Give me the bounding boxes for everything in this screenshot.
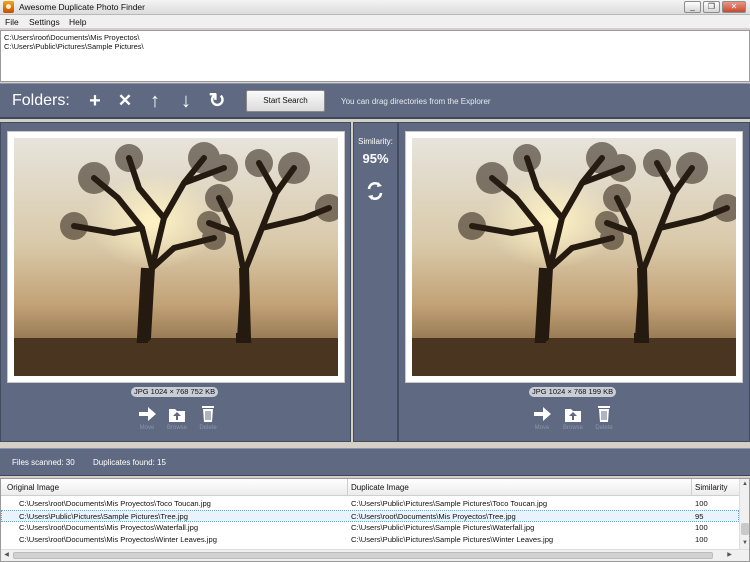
arrow-right-icon <box>534 407 551 421</box>
duplicates-found: Duplicates found: 15 <box>93 458 166 467</box>
duplicate-path: C:\Users\Public\Pictures\Sample Pictures… <box>351 523 535 532</box>
drag-hint: You can drag directories from the Explor… <box>341 97 491 106</box>
horizontal-scroll-thumb[interactable] <box>13 552 713 559</box>
similarity-value: 95% <box>362 151 389 166</box>
duplicate-image-info: JPG 1024 × 768 199 KB <box>529 387 617 397</box>
add-folder-icon[interactable]: + <box>85 91 105 111</box>
original-image-pane: JPG 1024 × 768 752 KB Move Browse Delete <box>0 122 351 442</box>
folders-toolbar: Folders: + ✕ ↑ ↓ ↻ Start Search You can … <box>0 83 750 119</box>
similarity-cell: 100 <box>695 535 708 544</box>
original-path: C:\Users\root\Documents\Mis Proyectos\Wi… <box>19 535 217 544</box>
column-duplicate[interactable]: Duplicate Image <box>351 483 409 492</box>
folder-list[interactable]: C:\Users\root\Documents\Mis Proyectos\ C… <box>0 30 750 82</box>
original-photo[interactable] <box>7 131 345 383</box>
similarity-pane: Similarity: 95% <box>353 122 398 442</box>
action-label: Move <box>139 425 155 431</box>
scroll-right-icon[interactable]: ▶ <box>725 551 734 560</box>
folder-item[interactable]: C:\Users\Public\Pictures\Sample Pictures… <box>4 42 746 51</box>
table-header: Original Image Duplicate Image Similarit… <box>1 479 741 496</box>
similarity-label: Similarity: <box>358 137 393 146</box>
scroll-left-icon[interactable]: ◀ <box>2 551 11 560</box>
original-path: C:\Users\root\Documents\Mis Proyectos\To… <box>19 499 211 508</box>
arrow-right-icon <box>139 407 156 421</box>
duplicate-move-button[interactable]: Move <box>527 405 557 431</box>
remove-folder-icon[interactable]: ✕ <box>115 91 135 111</box>
action-label: Delete <box>199 425 217 431</box>
reset-icon[interactable]: ↻ <box>207 91 227 111</box>
original-image-info: JPG 1024 × 768 752 KB <box>131 387 219 397</box>
column-original[interactable]: Original Image <box>7 483 59 492</box>
tree-photo-icon <box>14 138 338 376</box>
files-scanned: Files scanned: 30 <box>12 458 75 467</box>
menu-settings[interactable]: Settings <box>29 17 60 27</box>
duplicate-photo[interactable] <box>405 131 743 383</box>
original-delete-button[interactable]: Delete <box>193 405 223 431</box>
title-bar: Awesome Duplicate Photo Finder _ ❐ ✕ <box>0 0 750 15</box>
move-up-icon[interactable]: ↑ <box>145 91 165 111</box>
duplicate-path: C:\Users\root\Documents\Mis Proyectos\Tr… <box>351 512 516 521</box>
menu-bar: File Settings Help <box>0 15 750 29</box>
minimize-button[interactable]: _ <box>684 1 701 13</box>
vertical-scrollbar[interactable]: ▲ ▼ <box>739 479 749 549</box>
action-label: Move <box>534 425 550 431</box>
table-row[interactable]: C:\Users\root\Documents\Mis Proyectos\Wa… <box>1 522 739 534</box>
move-down-icon[interactable]: ↓ <box>176 91 196 111</box>
menu-file[interactable]: File <box>5 17 19 27</box>
folder-up-icon <box>565 409 581 422</box>
folder-up-icon <box>169 409 185 422</box>
menu-help[interactable]: Help <box>69 17 86 27</box>
action-label: Delete <box>595 425 613 431</box>
swap-icon[interactable] <box>365 181 385 201</box>
similarity-cell: 100 <box>695 499 708 508</box>
horizontal-scrollbar[interactable]: ◀ ▶ <box>1 549 749 561</box>
scan-status-bar: Files scanned: 30 Duplicates found: 15 <box>0 448 750 476</box>
duplicate-browse-button[interactable]: Browse <box>558 405 588 431</box>
duplicate-delete-button[interactable]: Delete <box>589 405 619 431</box>
original-path: C:\Users\root\Documents\Mis Proyectos\Wa… <box>19 523 199 532</box>
duplicate-image-pane: JPG 1024 × 768 199 KB Move Browse Delete <box>398 122 750 442</box>
tree-photo-icon <box>412 138 736 376</box>
table-row[interactable]: C:\Users\root\Documents\Mis Proyectos\To… <box>1 498 739 510</box>
maximize-button[interactable]: ❐ <box>703 1 720 13</box>
scroll-up-icon[interactable]: ▲ <box>741 480 749 488</box>
app-icon <box>3 1 14 13</box>
original-browse-button[interactable]: Browse <box>162 405 192 431</box>
action-label: Browse <box>166 425 187 431</box>
folders-label: Folders: <box>12 92 70 109</box>
similarity-cell: 95 <box>695 512 704 521</box>
duplicate-path: C:\Users\Public\Pictures\Sample Pictures… <box>351 535 554 544</box>
trash-icon <box>202 406 214 422</box>
action-label: Browse <box>562 425 583 431</box>
column-similarity[interactable]: Similarity <box>695 483 727 492</box>
results-table: Original Image Duplicate Image Similarit… <box>0 478 750 562</box>
similarity-cell: 100 <box>695 523 708 532</box>
duplicate-path: C:\Users\Public\Pictures\Sample Pictures… <box>351 499 548 508</box>
trash-icon <box>598 406 610 422</box>
start-search-button[interactable]: Start Search <box>246 90 325 112</box>
folder-item[interactable]: C:\Users\root\Documents\Mis Proyectos\ <box>4 33 746 42</box>
vertical-scroll-thumb[interactable] <box>741 523 749 535</box>
original-move-button[interactable]: Move <box>132 405 162 431</box>
table-row[interactable]: C:\Users\root\Documents\Mis Proyectos\Wi… <box>1 534 739 546</box>
window-title: Awesome Duplicate Photo Finder <box>19 2 145 12</box>
scroll-down-icon[interactable]: ▼ <box>741 539 749 547</box>
table-row-selected[interactable]: C:\Users\Public\Pictures\Sample Pictures… <box>1 510 739 522</box>
original-path: C:\Users\Public\Pictures\Sample Pictures… <box>19 512 188 521</box>
close-button[interactable]: ✕ <box>722 1 746 13</box>
